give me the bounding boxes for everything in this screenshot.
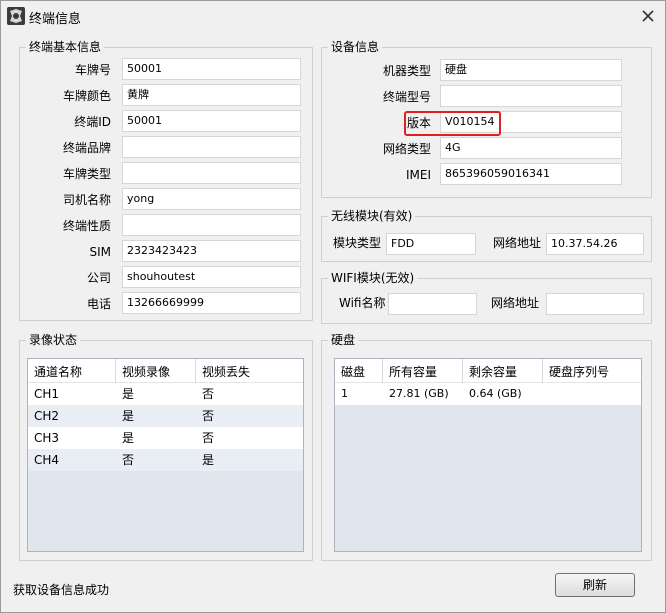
recording-cell: 是	[122, 387, 135, 401]
terminal-id-label: 终端ID	[74, 115, 111, 129]
wireless-module-title: 无线模块(有效)	[328, 209, 416, 223]
network-type-label: 网络类型	[382, 142, 431, 156]
recording-status-title: 录像状态	[26, 333, 81, 347]
recording-cell: 是	[122, 409, 135, 423]
wireless-type-field[interactable]: FDD	[386, 233, 476, 255]
recording-row[interactable]: CH1 是 否	[28, 383, 303, 405]
recording-row[interactable]: CH4 否 是	[28, 449, 303, 471]
column-header-disk-serial[interactable]: 硬盘序列号	[543, 359, 641, 383]
column-header-disk[interactable]: 磁盘	[335, 359, 383, 383]
phone-field[interactable]: 13266669999	[122, 292, 301, 314]
terminal-model-label: 终端型号	[382, 90, 431, 104]
machine-type-field[interactable]: 硬盘	[440, 59, 622, 81]
wireless-address-field[interactable]: 10.37.54.26	[546, 233, 644, 255]
plate-number-field[interactable]: 50001	[122, 58, 301, 80]
plate-color-field[interactable]: 黄牌	[122, 84, 301, 106]
disk-row[interactable]: 1 27.81 (GB) 0.64 (GB)	[335, 383, 641, 405]
recording-cell: CH4	[34, 453, 60, 467]
terminal-nature-label: 终端性质	[62, 219, 111, 233]
disk-table-header: 磁盘 所有容量 剩余容量 硬盘序列号	[335, 359, 641, 383]
device-info-title: 设备信息	[328, 40, 383, 54]
sim-field[interactable]: 2323423423	[122, 240, 301, 262]
phone-label: 电话	[86, 297, 111, 311]
terminal-nature-field[interactable]	[122, 214, 301, 236]
column-header-video-recording[interactable]: 视频录像	[116, 359, 196, 383]
terminal-info-window: 终端信息 终端基本信息 车牌号 50001 车牌颜色 黄牌 终端ID 50001 终端品牌车…	[0, 0, 666, 613]
plate-number-label: 车牌号	[74, 63, 111, 77]
version-highlight-box	[404, 111, 501, 136]
window-title: 终端信息	[29, 12, 82, 27]
terminal-model-field[interactable]	[440, 85, 622, 107]
plate-type-label: 车牌类型	[62, 167, 111, 181]
plate-color-label: 车牌颜色	[62, 89, 111, 103]
terminal-id-field[interactable]: 50001	[122, 110, 301, 132]
driver-name-label: 司机名称	[62, 193, 111, 207]
disk-table: 磁盘 所有容量 剩余容量 硬盘序列号 1 27.81 (GB) 0.64 (GB)	[334, 358, 642, 552]
plate-type-field[interactable]	[122, 162, 301, 184]
sim-label: SIM	[89, 245, 111, 259]
wifi-name-label: Wifi名称	[339, 296, 386, 310]
recording-row[interactable]: CH2 是 否	[28, 405, 303, 427]
title-bar: 终端信息	[1, 1, 665, 31]
wifi-module-title: WIFI模块(无效)	[328, 271, 418, 285]
disk-cell: 1	[341, 387, 348, 400]
recording-table-header: 通道名称 视频录像 视频丢失	[28, 359, 303, 383]
company-label: 公司	[86, 271, 111, 285]
disk-cell	[543, 383, 549, 405]
network-type-field[interactable]: 4G	[440, 137, 622, 159]
app-logo-icon	[7, 7, 25, 25]
recording-cell: CH2	[34, 409, 60, 423]
wifi-name-field[interactable]	[388, 293, 477, 315]
column-header-channel[interactable]: 通道名称	[28, 359, 116, 383]
disk-cell: 0.64 (GB)	[469, 387, 522, 400]
recording-cell: 是	[202, 453, 215, 467]
recording-cell: 否	[202, 387, 215, 401]
terminal-brand-field[interactable]	[122, 136, 301, 158]
column-header-total-capacity[interactable]: 所有容量	[383, 359, 463, 383]
close-icon[interactable]	[637, 5, 659, 27]
disk-cell: 27.81 (GB)	[389, 387, 449, 400]
recording-cell: 否	[122, 453, 135, 467]
terminal-brand-label: 终端品牌	[62, 141, 111, 155]
machine-type-label: 机器类型	[382, 64, 431, 78]
recording-cell: CH3	[34, 431, 60, 445]
driver-name-field[interactable]: yong	[122, 188, 301, 210]
recording-cell: CH1	[34, 387, 60, 401]
recording-row[interactable]: CH3 是 否	[28, 427, 303, 449]
wireless-type-label: 模块类型	[333, 236, 382, 250]
recording-table: 通道名称 视频录像 视频丢失 CH1 是否 CH2 是否 CH3 是否 CH4 否是	[27, 358, 304, 552]
recording-cell: 是	[122, 431, 135, 445]
disk-title: 硬盘	[328, 333, 359, 347]
status-message: 获取设备信息成功	[13, 583, 110, 597]
column-header-video-loss[interactable]: 视频丢失	[196, 359, 296, 383]
refresh-button[interactable]: 刷新	[555, 573, 635, 597]
company-field[interactable]: shouhoutest	[122, 266, 301, 288]
column-header-free-capacity[interactable]: 剩余容量	[463, 359, 543, 383]
recording-cell: 否	[202, 431, 215, 445]
wifi-address-label: 网络地址	[491, 296, 540, 310]
wireless-address-label: 网络地址	[493, 236, 542, 250]
wifi-address-field[interactable]	[546, 293, 644, 315]
basic-info-title: 终端基本信息	[26, 40, 105, 54]
recording-cell: 否	[202, 409, 215, 423]
imei-label: IMEI	[405, 168, 431, 182]
imei-field[interactable]: 865396059016341	[440, 163, 622, 185]
